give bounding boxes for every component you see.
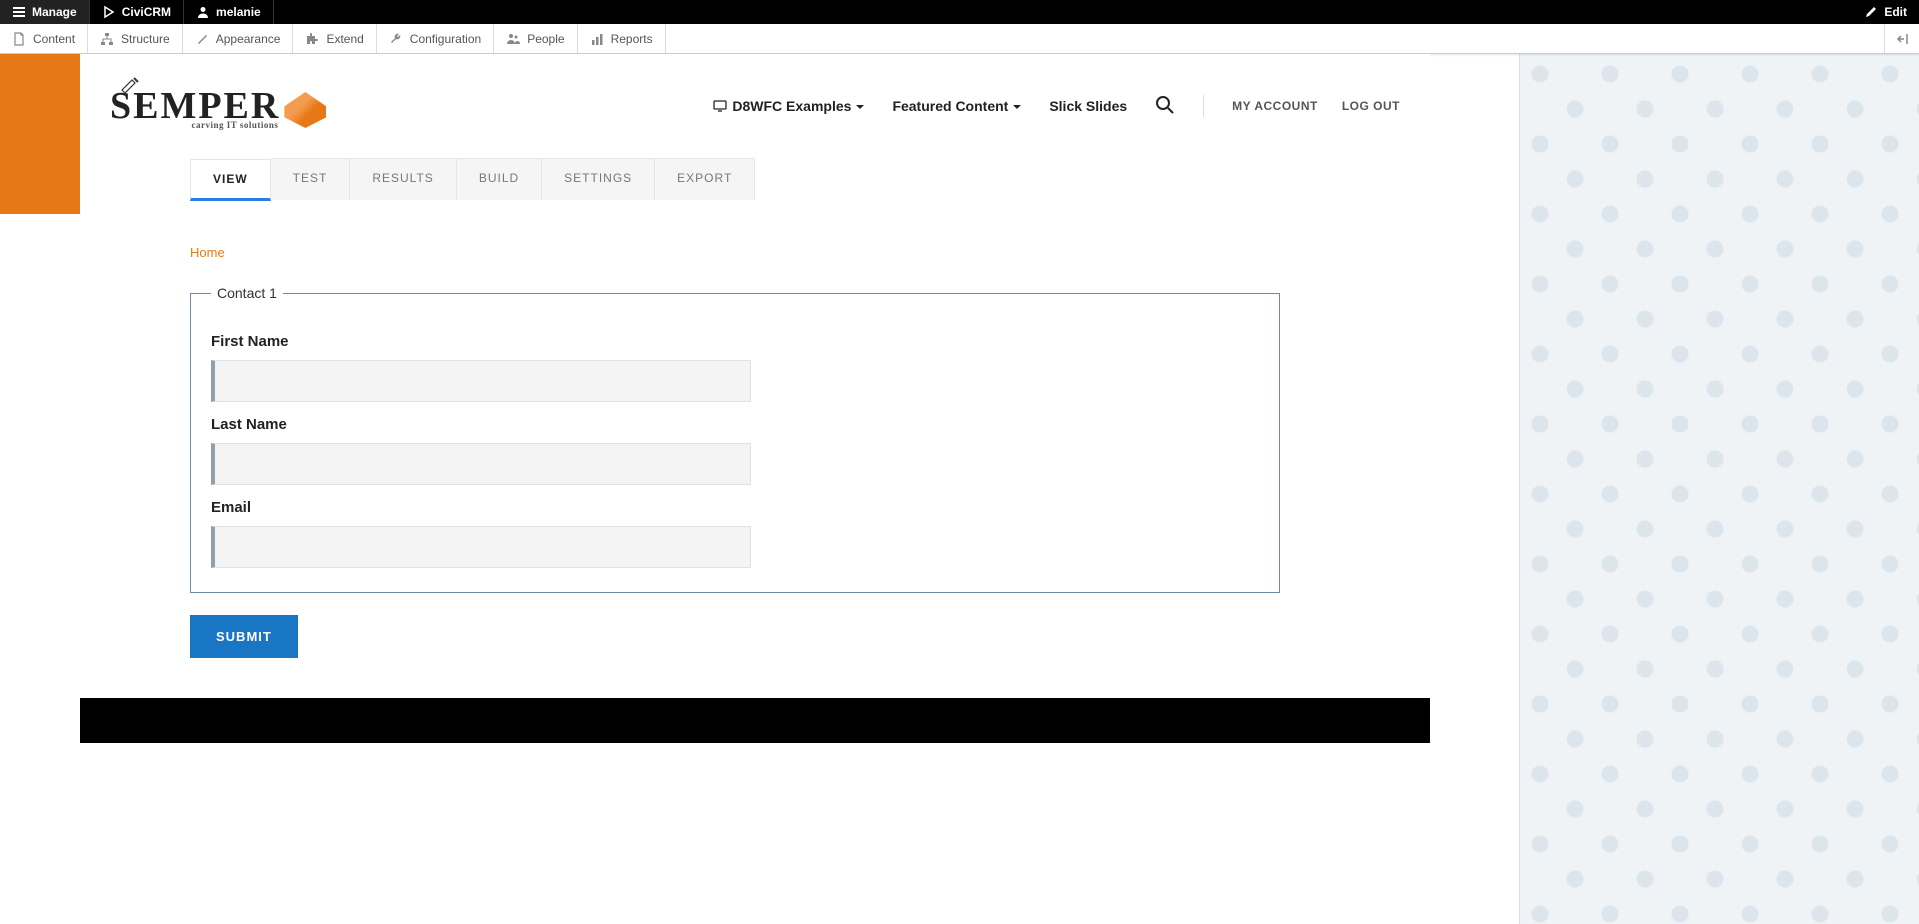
email-input[interactable]: [211, 526, 751, 568]
configuration-tab[interactable]: Configuration: [377, 24, 494, 53]
structure-label: Structure: [121, 32, 170, 46]
edit-button[interactable]: Edit: [1852, 0, 1919, 24]
form-area: Contact 1 First Name Last Name Email SUB…: [190, 285, 1280, 698]
civicrm-button[interactable]: CiviCRM: [90, 0, 184, 24]
last-name-label: Last Name: [211, 416, 1259, 433]
triangle-icon: [102, 5, 116, 19]
chevron-down-icon: [856, 98, 864, 114]
admin-menu-left: Content Structure Appearance Extend Conf…: [0, 24, 666, 53]
tab-export[interactable]: EXPORT: [655, 158, 755, 200]
logo-block-icon: [284, 92, 326, 128]
paintbrush-icon: [195, 32, 209, 46]
log-out-link[interactable]: LOG OUT: [1342, 99, 1400, 113]
nav-d8wfc-label: D8WFC Examples: [732, 98, 851, 114]
page-wrap: SEMPER carving IT solutions D8WFC Exampl…: [0, 54, 1919, 743]
footer: [80, 698, 1430, 743]
first-name-input[interactable]: [211, 360, 751, 402]
last-name-row: Last Name: [211, 416, 1259, 485]
extend-tab[interactable]: Extend: [293, 24, 376, 53]
people-icon: [506, 32, 520, 46]
email-label: Email: [211, 499, 1259, 516]
tab-build[interactable]: BUILD: [457, 158, 542, 200]
structure-tab[interactable]: Structure: [88, 24, 183, 53]
edit-label: Edit: [1884, 5, 1907, 19]
orange-accent: [0, 54, 80, 214]
user-label: melanie: [216, 5, 261, 19]
wrench-icon: [389, 32, 403, 46]
my-account-link[interactable]: MY ACCOUNT: [1232, 99, 1318, 113]
local-tabs: VIEW TEST RESULTS BUILD SETTINGS EXPORT: [190, 158, 1430, 200]
chevron-down-icon: [1013, 98, 1021, 114]
toolbar-right: Edit: [1852, 0, 1919, 24]
user-menu-button[interactable]: melanie: [184, 0, 274, 24]
logo-text: SEMPER carving IT solutions: [110, 84, 280, 128]
civicrm-label: CiviCRM: [122, 5, 171, 19]
reports-label: Reports: [611, 32, 653, 46]
account-links: MY ACCOUNT LOG OUT: [1232, 99, 1400, 113]
email-row: Email: [211, 499, 1259, 568]
tab-results[interactable]: RESULTS: [350, 158, 456, 200]
admin-menu: Content Structure Appearance Extend Conf…: [0, 24, 1919, 54]
submit-button[interactable]: SUBMIT: [190, 615, 298, 658]
content-area: SEMPER carving IT solutions D8WFC Exampl…: [80, 54, 1430, 743]
nav-separator: [1203, 95, 1204, 117]
manage-button[interactable]: Manage: [0, 0, 90, 24]
hamburger-icon: [12, 5, 26, 19]
monitor-icon: [713, 99, 727, 113]
puzzle-icon: [305, 32, 319, 46]
barchart-icon: [590, 32, 604, 46]
reports-tab[interactable]: Reports: [578, 24, 666, 53]
nav-featured[interactable]: Featured Content: [892, 98, 1021, 114]
toolbar-toggle[interactable]: [1884, 24, 1919, 53]
fieldset-legend: Contact 1: [211, 285, 283, 301]
hammer-icon: [120, 76, 144, 94]
admin-toolbar: Manage CiviCRM melanie Edit: [0, 0, 1919, 24]
tab-view[interactable]: VIEW: [190, 159, 271, 201]
configuration-label: Configuration: [410, 32, 481, 46]
arrow-collapse-icon: [1895, 32, 1909, 46]
site-logo[interactable]: SEMPER carving IT solutions: [110, 84, 326, 128]
site-header: SEMPER carving IT solutions D8WFC Exampl…: [80, 54, 1430, 158]
first-name-row: First Name: [211, 333, 1259, 402]
search-icon: [1155, 95, 1175, 118]
document-icon: [12, 32, 26, 46]
breadcrumb-home[interactable]: Home: [190, 245, 225, 260]
nav-slick[interactable]: Slick Slides: [1049, 98, 1127, 114]
main-nav: D8WFC Examples Featured Content Slick Sl…: [713, 95, 1400, 118]
user-icon: [196, 5, 210, 19]
nav-slick-label: Slick Slides: [1049, 98, 1127, 114]
manage-label: Manage: [32, 5, 77, 19]
nav-featured-label: Featured Content: [892, 98, 1008, 114]
nav-search[interactable]: [1155, 95, 1175, 118]
pencil-icon: [1864, 5, 1878, 19]
tab-test[interactable]: TEST: [271, 158, 351, 200]
appearance-label: Appearance: [216, 32, 281, 46]
tab-settings[interactable]: SETTINGS: [542, 158, 655, 200]
extend-label: Extend: [326, 32, 363, 46]
contact-fieldset: Contact 1 First Name Last Name Email: [190, 285, 1280, 593]
content-label: Content: [33, 32, 75, 46]
first-name-label: First Name: [211, 333, 1259, 350]
people-label: People: [527, 32, 564, 46]
content-tab[interactable]: Content: [0, 24, 88, 53]
logo-tagline: carving IT solutions: [192, 120, 279, 130]
hierarchy-icon: [100, 32, 114, 46]
breadcrumb: Home: [190, 245, 1430, 260]
nav-d8wfc[interactable]: D8WFC Examples: [713, 98, 864, 114]
last-name-input[interactable]: [211, 443, 751, 485]
appearance-tab[interactable]: Appearance: [183, 24, 294, 53]
people-tab[interactable]: People: [494, 24, 577, 53]
toolbar-left: Manage CiviCRM melanie: [0, 0, 274, 24]
